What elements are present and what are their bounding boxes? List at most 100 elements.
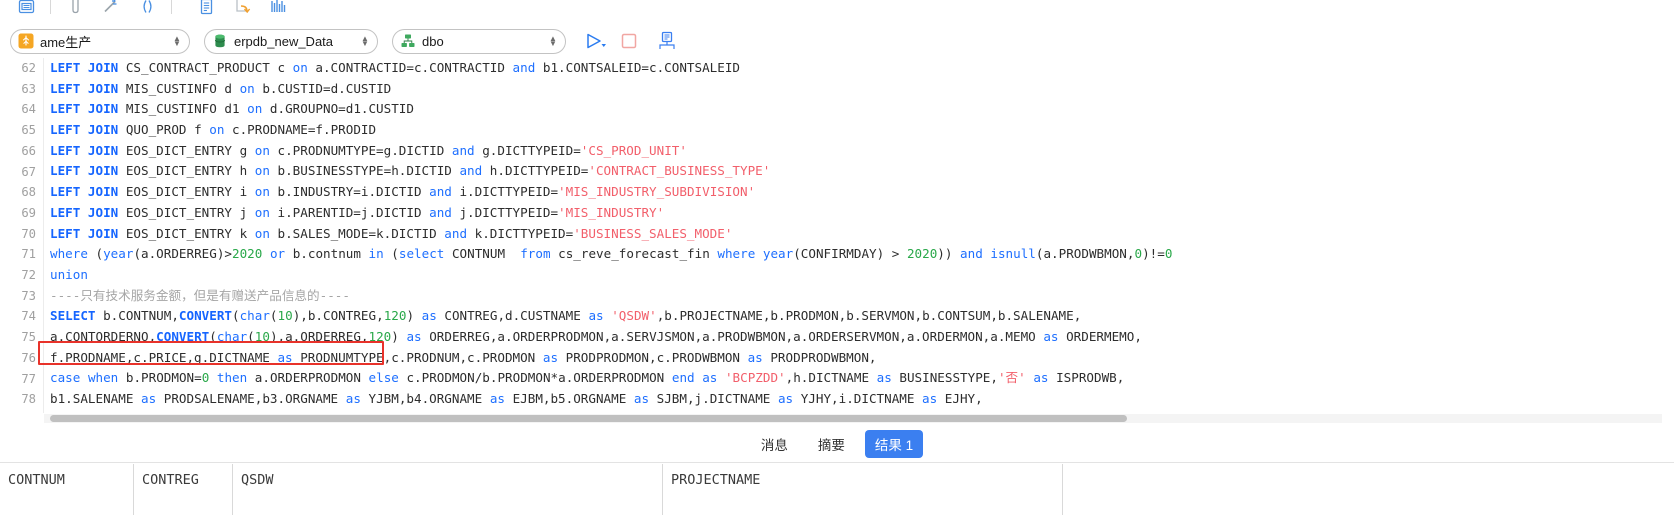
code-token: 10 [277,308,293,324]
code-line[interactable]: union [44,265,1674,286]
code-token: MIS_CUSTINFO d1 [118,101,248,117]
schema-select-label: dbo [422,33,444,49]
execution-plan-button[interactable] [650,28,684,54]
grid-column-header[interactable]: QSDW [233,464,663,515]
explain-plan-bars-icon[interactable] [260,0,296,21]
code-token: on [247,101,263,117]
commit-transaction-icon[interactable] [224,0,260,21]
schema-select[interactable]: dbo ▲ ▼ [392,28,566,54]
code-line[interactable]: LEFT JOIN CS_CONTRACT_PRODUCT c on a.CON… [44,58,1674,79]
sql-code-editor[interactable]: 62 63 64 65 66 67 68 69 70 71 72 73 74 75 76 77 78 79 LEF… [0,58,1674,413]
code-token: char [216,328,248,344]
code-token: '否' [997,370,1026,386]
code-line[interactable]: LEFT JOIN QUO_PROD f on c.PRODNAME=f.PRO… [44,120,1674,141]
code-token: and [429,184,452,200]
magic-wand-icon[interactable] [93,0,129,21]
code-token: on [209,122,225,138]
code-line[interactable]: LEFT JOIN EOS_DICT_ENTRY j on i.PARENTID… [44,203,1674,224]
code-line[interactable]: a.CONTORDERNO,CONVERT(char(10),a.ORDERRE… [44,327,1674,348]
code-token: a.CONTORDERNO, [50,328,157,344]
code-token: EOS_DICT_ENTRY g [118,142,255,158]
code-line[interactable]: LEFT JOIN EOS_DICT_ENTRY k on b.SALES_MO… [44,224,1674,245]
code-line[interactable]: SELECT b.CONTNUM,CONVERT(char(10),b.CONT… [44,306,1674,327]
code-token: on [254,204,270,220]
toolbar-separator [171,0,172,14]
code-token: and [960,246,983,262]
code-token: b1.CONTSALEID=c.CONTSALEID [535,60,740,75]
format-icon[interactable] [57,0,93,21]
code-token: b.CONTNUM, [95,308,179,324]
code-token: f.PRODNAME,c.PRICE,g.DICTNAME [50,349,278,365]
parenthesis-icon[interactable] [129,0,165,21]
line-number: 64 [21,102,36,117]
code-token: LEFT JOIN [50,122,119,138]
code-line[interactable]: f.PRODNAME,c.PRICE,g.DICTNAME as PRODNUM… [44,348,1674,369]
code-token: ),b.CONTREG, [292,308,384,324]
result-tabbar: 消息 摘要 结果 1 [0,425,1674,463]
tab-result-1[interactable]: 结果 1 [864,429,924,458]
code-token: EOS_DICT_ENTRY h [118,163,255,179]
code-line[interactable]: ----只有技术服务金额，但是有赠送产品信息的---- [44,286,1674,307]
code-token: as [702,370,718,386]
chevron-updown-icon[interactable]: ▲ ▼ [357,33,373,49]
code-token: 'QSDW' [611,308,657,324]
save-icon[interactable] [8,0,44,21]
scrollbar-thumb[interactable] [50,415,1127,422]
code-token: ,h.DICTNAME [785,370,877,386]
code-line[interactable]: LEFT JOIN EOS_DICT_ENTRY h on b.BUSINESS… [44,161,1674,182]
code-token: as [277,349,293,365]
code-line[interactable]: case when b.PRODMON=0 then a.ORDERPRODMO… [44,368,1674,389]
code-token: b1.SALENAME [50,391,141,406]
code-token: ORDERREG,a.ORDERPRODMON,a.SERVJSMON,a.PR… [421,328,1044,344]
code-token: b.SALES_MODE=k.DICTID [269,225,445,241]
code-token: ) [406,308,422,324]
code-line[interactable]: LEFT JOIN EOS_DICT_ENTRY g on c.PRODNUMT… [44,141,1674,162]
line-number: 74 [21,309,36,324]
code-line[interactable]: where (year(a.ORDERREG)>2020 or b.contnu… [44,244,1674,265]
code-token: on [254,184,270,200]
code-token: b.PRODMON= [118,370,202,386]
chevron-updown-icon[interactable]: ▲ ▼ [545,33,561,49]
grid-column-header[interactable]: PROJECTNAME [663,464,1063,515]
server-select-label: ame生产 [40,34,92,50]
code-token: as [633,391,650,406]
code-token: in [368,246,384,262]
code-token: and [459,163,483,179]
grid-column-header[interactable]: CONTNUM [0,464,134,515]
chevron-updown-icon[interactable]: ▲ ▼ [169,33,185,49]
code-token: ----只有技术服务金额，但是有赠送产品信息的---- [50,287,350,303]
code-token: as [1043,328,1059,344]
code-line[interactable]: b1.SALENAME as PRODSALENAME,b3.ORGNAME a… [44,389,1674,410]
code-line[interactable]: LEFT JOIN EOS_DICT_ENTRY i on b.INDUSTRY… [44,182,1674,203]
code-token: a.ORDERPRODMON [247,370,369,386]
code-line[interactable]: LEFT JOIN MIS_CUSTINFO d on b.CUSTID=d.C… [44,79,1674,100]
run-query-button[interactable] [580,28,614,54]
toolbar-separator [50,0,51,14]
code-token: 'MIS_INDUSTRY' [558,204,665,220]
code-lines-container[interactable]: LEFT JOIN CS_CONTRACT_PRODUCT c on a.CON… [44,58,1674,413]
code-token: 'BUSINESS_SALES_MODE' [573,225,733,241]
tab-summary[interactable]: 摘要 [808,430,855,458]
code-token: 120 [368,328,392,344]
editor-horizontal-scrollbar[interactable] [44,414,1662,423]
database-select[interactable]: erpdb_new_Data ▲ ▼ [204,28,378,54]
document-icon[interactable] [188,0,224,21]
tab-messages[interactable]: 消息 [751,430,798,458]
line-number: 78 [21,392,36,407]
code-line[interactable]: LEFT JOIN MIS_CUSTINFO d1 on d.GROUPNO=d… [44,99,1674,120]
stop-query-button[interactable] [614,28,644,54]
code-token: on [254,225,270,241]
code-token: i.PARENTID=j.DICTID [269,204,430,220]
main-toolbar [0,0,1674,22]
code-token: 'BCPZDD' [724,370,786,386]
result-grid[interactable]: CONTNUM CONTREG QSDW PROJECTNAME [0,464,1674,515]
grid-column-header[interactable]: CONTREG [134,464,233,515]
code-token: cs_reve_forecast_fin [550,246,718,262]
code-token: YJHY,i.DICTNAME [793,391,923,406]
code-line[interactable] [44,410,1674,413]
code-token: as [588,308,604,324]
server-select[interactable]: ame生产 ▲ ▼ [10,28,190,54]
